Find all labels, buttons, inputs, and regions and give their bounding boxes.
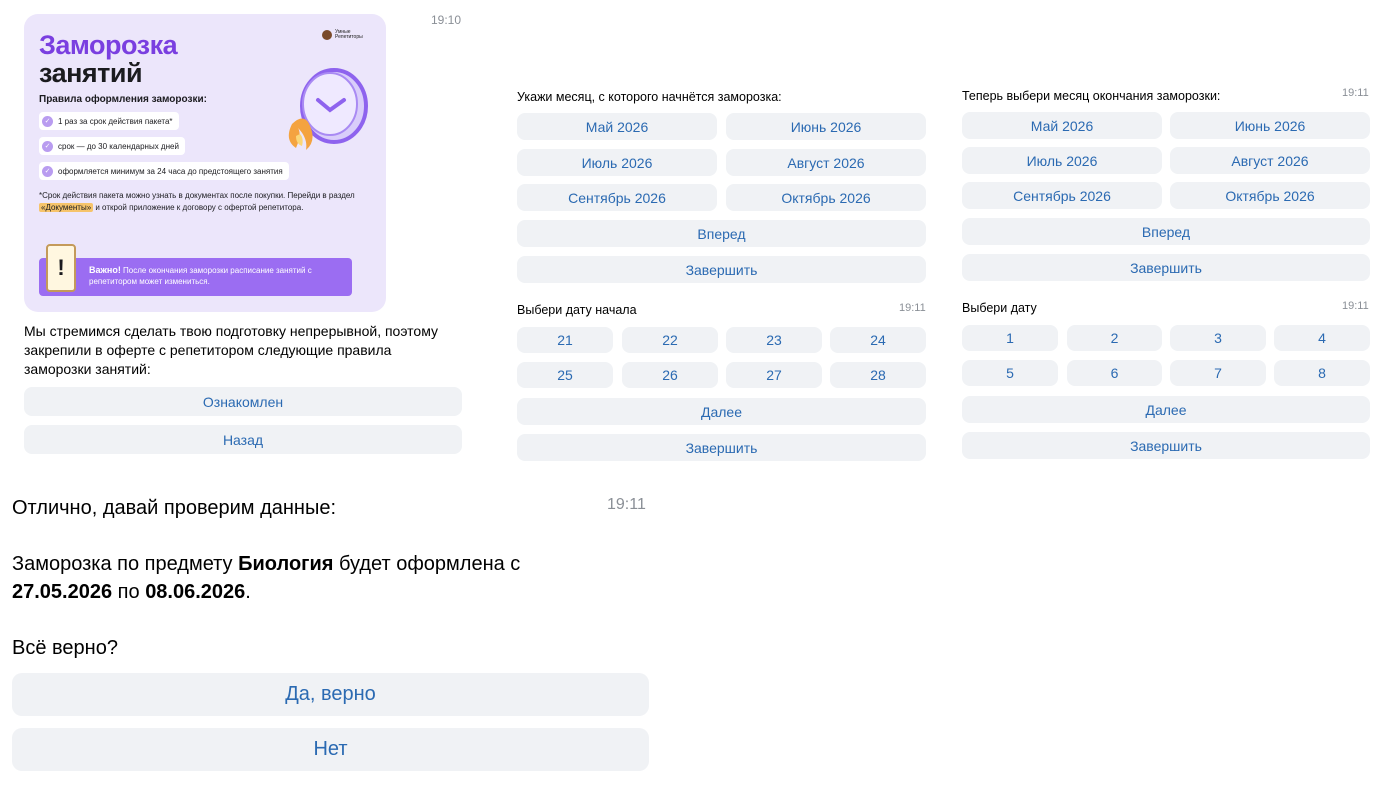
end-month-june-button[interactable]: Июнь 2026 [1170, 112, 1370, 139]
date-button[interactable]: 4 [1274, 325, 1370, 351]
note-text-end: и открой приложение к договору с офертой… [93, 203, 304, 212]
date-button[interactable]: 22 [622, 327, 718, 353]
start-month-may-button[interactable]: Май 2026 [517, 113, 717, 140]
start-date-prompt: Выбери дату начала [517, 303, 637, 317]
check-icon: ✓ [42, 115, 53, 127]
warning-title: Важно! [89, 265, 121, 275]
date-button[interactable]: 2 [1067, 325, 1162, 351]
date-button[interactable]: 24 [830, 327, 926, 353]
finish-button[interactable]: Завершить [517, 434, 926, 461]
start-month-july-button[interactable]: Июль 2026 [517, 149, 717, 176]
logo-icon [322, 30, 332, 40]
start-month-august-button[interactable]: Август 2026 [726, 149, 926, 176]
confirm-no-button[interactable]: Нет [12, 728, 649, 771]
finish-button[interactable]: Завершить [517, 256, 926, 283]
subject-name: Биология [238, 553, 334, 575]
note-text: *Срок действия пакета можно узнать в док… [39, 191, 355, 200]
message-time: 19:11 [1342, 300, 1369, 312]
date-button[interactable]: 3 [1170, 325, 1266, 351]
start-month-october-button[interactable]: Октябрь 2026 [726, 184, 926, 211]
rule-text: оформляется минимум за 24 часа до предст… [58, 166, 283, 176]
date-button[interactable]: 23 [726, 327, 822, 353]
banner-title-line2: занятий [39, 58, 143, 88]
rule-item: ✓ 1 раз за срок действия пакета* [39, 112, 179, 130]
rule-text: срок — до 30 календарных дней [58, 141, 179, 151]
warning-text: После окончания заморозки расписание зан… [89, 266, 312, 286]
freeze-banner: Заморозка занятий Умные Репетиторы Прави… [24, 14, 386, 312]
date-button[interactable]: 5 [962, 360, 1058, 386]
message-time: 19:11 [899, 302, 926, 314]
exclamation-icon: ! [46, 244, 76, 292]
details-text: Заморозка по предмету [12, 553, 239, 575]
finish-button[interactable]: Завершить [962, 254, 1370, 281]
date-button[interactable]: 26 [622, 362, 718, 388]
confirm-heading: Отлично, давай проверим данные: [12, 497, 337, 519]
date-button[interactable]: 21 [517, 327, 613, 353]
confirm-yes-button[interactable]: Да, верно [12, 673, 649, 716]
end-month-september-button[interactable]: Сентябрь 2026 [962, 182, 1162, 209]
banner-note: *Срок действия пакета можно узнать в док… [39, 190, 359, 214]
message-time: 19:11 [1342, 87, 1369, 99]
end-date-prompt: Выбери дату [962, 301, 1037, 315]
brand-logo: Умные Репетиторы [322, 30, 375, 40]
end-month-july-button[interactable]: Июль 2026 [962, 147, 1162, 174]
date-button[interactable]: 25 [517, 362, 613, 388]
date-button[interactable]: 6 [1067, 360, 1162, 386]
confirm-details: Заморозка по предмету Биология будет офо… [12, 550, 572, 606]
end-month-october-button[interactable]: Октябрь 2026 [1170, 182, 1370, 209]
finish-button[interactable]: Завершить [962, 432, 1370, 459]
message-time: 19:11 [607, 496, 646, 513]
start-month-prompt: Укажи месяц, с которого начнётся замороз… [517, 90, 782, 104]
details-text: будет оформлена с [333, 553, 521, 575]
next-button[interactable]: Далее [962, 396, 1370, 423]
note-highlight: «Документы» [39, 203, 94, 212]
forward-button[interactable]: Вперед [962, 218, 1370, 245]
date-button[interactable]: 27 [726, 362, 822, 388]
confirm-question: Всё верно? [12, 637, 118, 659]
clock-illustration [288, 68, 368, 150]
message-text: Мы стремимся сделать твою подготовку неп… [24, 323, 438, 377]
rule-item: ✓ срок — до 30 календарных дней [39, 137, 185, 155]
date-button[interactable]: 28 [830, 362, 926, 388]
end-month-august-button[interactable]: Август 2026 [1170, 147, 1370, 174]
logo-text: Умные Репетиторы [335, 29, 363, 40]
date-button[interactable]: 1 [962, 325, 1058, 351]
start-month-september-button[interactable]: Сентябрь 2026 [517, 184, 717, 211]
start-month-june-button[interactable]: Июнь 2026 [726, 113, 926, 140]
date-button[interactable]: 8 [1274, 360, 1370, 386]
acknowledged-button[interactable]: Ознакомлен [24, 387, 462, 416]
banner-title-line1: Заморозка [39, 30, 178, 60]
date-to: 08.06.2026 [145, 581, 246, 603]
end-month-prompt: Теперь выбери месяц окончания заморозки: [962, 89, 1221, 103]
check-icon: ✓ [42, 165, 53, 177]
rule-item: ✓ оформляется минимум за 24 часа до пред… [39, 162, 289, 180]
banner-subtitle: Правила оформления заморозки: [39, 94, 207, 105]
forward-button[interactable]: Вперед [517, 220, 926, 247]
details-text: по [112, 581, 146, 603]
rule-text: 1 раз за срок действия пакета* [58, 116, 173, 126]
details-text: . [245, 581, 251, 603]
date-button[interactable]: 7 [1170, 360, 1266, 386]
end-month-may-button[interactable]: Май 2026 [962, 112, 1162, 139]
message-time: 19:10 [431, 13, 462, 27]
next-button[interactable]: Далее [517, 398, 926, 425]
back-button[interactable]: Назад [24, 425, 462, 454]
check-icon: ✓ [42, 140, 53, 152]
warning-box: Важно! После окончания заморозки расписа… [39, 258, 352, 296]
date-from: 27.05.2026 [12, 581, 113, 603]
